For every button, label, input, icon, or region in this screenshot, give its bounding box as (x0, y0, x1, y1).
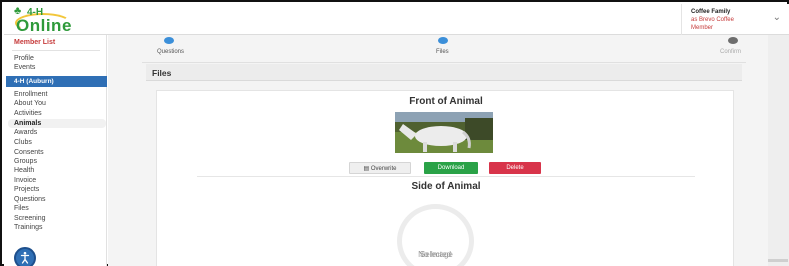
wizard-stepper: Questions Files Confirm (142, 37, 746, 57)
sidebar-item-events[interactable]: Events (14, 64, 35, 71)
sidebar-item-about-you[interactable]: About You (14, 100, 46, 107)
sidebar-club-header[interactable]: 4-H (Auburn) (6, 76, 107, 87)
step-questions-label[interactable]: Questions (157, 49, 184, 55)
logo-online-text: Online (16, 16, 72, 35)
stepper-divider (142, 62, 746, 63)
4h-online-logo[interactable]: ♣ 4-H Online (14, 6, 74, 36)
sidebar-item-screening[interactable]: Screening (14, 215, 46, 222)
main-content: Questions Files Confirm Files Front of A… (108, 35, 768, 266)
sidebar-item-consents[interactable]: Consents (14, 149, 44, 156)
sidebar-item-animals[interactable]: Animals (14, 120, 41, 127)
sidebar-item-groups[interactable]: Groups (14, 158, 37, 165)
step-confirm-dot (728, 37, 738, 44)
files-card: Front of Animal ▤ Overwrite Download Del… (156, 90, 734, 266)
front-of-animal-photo (395, 112, 493, 153)
accessibility-icon (20, 251, 30, 264)
user-role: Member (691, 25, 714, 31)
sidebar-item-awards[interactable]: Awards (14, 129, 37, 136)
sidebar-item-enrollment[interactable]: Enrollment (14, 91, 47, 98)
overwrite-button[interactable]: ▤ Overwrite (349, 162, 411, 174)
accessibility-button[interactable] (14, 247, 36, 266)
sidebar-item-member-list[interactable]: Member List (14, 39, 55, 46)
app-window: ♣ 4-H Online Coffee Family as Brevo Coff… (0, 0, 789, 266)
step-confirm-label: Confirm (720, 49, 742, 55)
step-questions-dot[interactable] (164, 37, 174, 44)
file-icon: ▤ (363, 166, 370, 172)
card-divider (197, 176, 695, 177)
sidebar-item-clubs[interactable]: Clubs (14, 139, 32, 146)
chevron-down-icon[interactable]: ⌄ (773, 12, 781, 23)
side-of-animal-title: Side of Animal (411, 181, 481, 192)
sidebar-item-profile[interactable]: Profile (14, 55, 34, 62)
sidebar: Member List Profile Events 4-H (Auburn) … (4, 35, 107, 266)
overwrite-label: Overwrite (370, 166, 397, 172)
sidebar-item-questions[interactable]: Questions (14, 196, 46, 203)
step-files-label[interactable]: Files (436, 49, 449, 55)
user-acting-as: as Brevo Coffee (691, 17, 734, 23)
download-button[interactable]: Download (424, 162, 478, 174)
sidebar-item-activities[interactable]: Activities (14, 110, 42, 117)
sidebar-item-files[interactable]: Files (14, 205, 29, 212)
right-scroll-area (768, 35, 789, 266)
sidebar-divider (12, 50, 100, 51)
user-family-name: Coffee Family (691, 9, 731, 15)
sidebar-item-health[interactable]: Health (14, 167, 34, 174)
user-menu[interactable]: Coffee Family as Brevo Coffee Member (691, 8, 751, 32)
delete-button[interactable]: Delete (489, 162, 541, 174)
no-image-line-2: Selected (419, 250, 452, 259)
no-image-placeholder[interactable]: No Image Selected (397, 204, 474, 266)
sidebar-item-trainings[interactable]: Trainings (14, 224, 43, 231)
header-divider (681, 4, 682, 35)
no-image-text: No Image Selected (402, 229, 469, 259)
sidebar-club-label: 4-H (Auburn) (14, 78, 54, 85)
sidebar-item-invoice[interactable]: Invoice (14, 177, 36, 184)
front-of-animal-title: Front of Animal (409, 96, 483, 107)
step-files-dot[interactable] (438, 37, 448, 44)
sidebar-item-projects[interactable]: Projects (14, 186, 39, 193)
scroll-marker (768, 259, 788, 262)
section-header: Files (146, 64, 742, 81)
top-header: ♣ 4-H Online Coffee Family as Brevo Coff… (4, 4, 789, 35)
section-title: Files (152, 68, 172, 78)
